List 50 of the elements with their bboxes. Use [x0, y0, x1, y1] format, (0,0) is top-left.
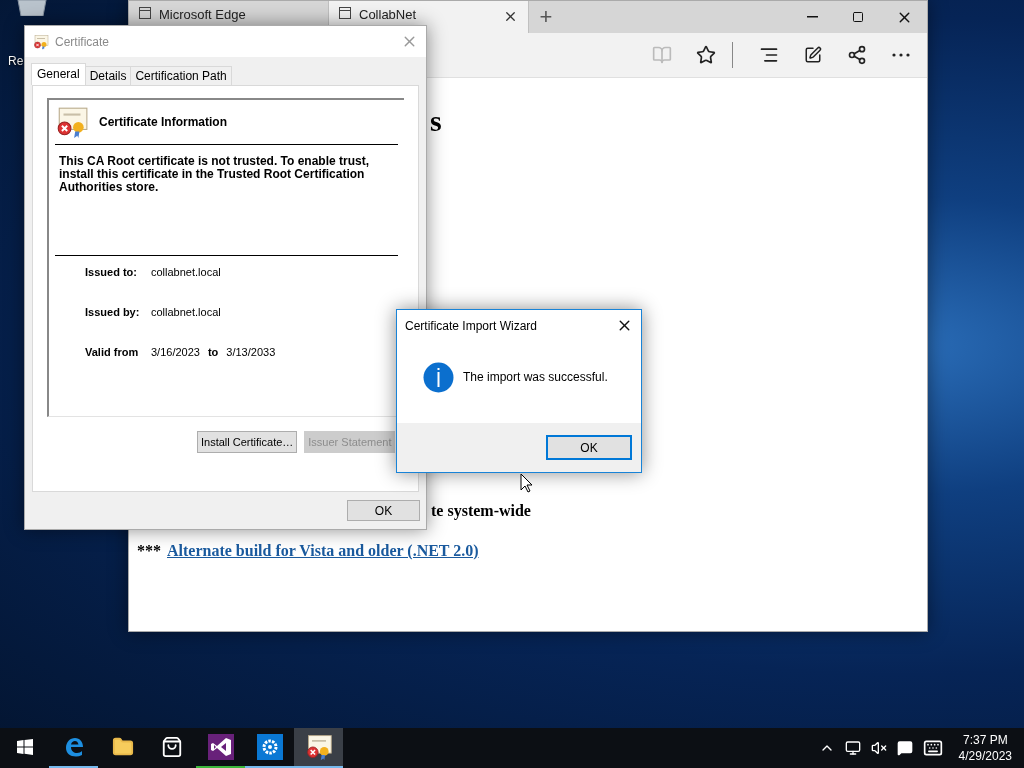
info-title: Certificate Information	[99, 115, 227, 129]
certificate-icon	[55, 105, 89, 139]
tab-title: CollabNet	[359, 7, 418, 22]
ok-button[interactable]: OK	[546, 435, 632, 460]
page-heading: s	[430, 106, 442, 136]
star-icon	[696, 45, 716, 65]
folder-icon	[111, 736, 134, 758]
field-value: 3/13/2033	[226, 346, 276, 358]
success-message: The import was successful.	[463, 370, 608, 384]
windows-logo-icon	[16, 739, 33, 755]
field-value: collabnet.local	[151, 266, 221, 278]
taskbar-app[interactable]	[294, 728, 343, 768]
tab-title: Microsoft Edge	[159, 7, 247, 22]
new-tab-button[interactable]: +	[529, 1, 563, 33]
field-label: Valid from	[85, 346, 140, 358]
page-icon	[339, 7, 351, 19]
settings-icon	[256, 734, 283, 760]
dialog-button[interactable]: Install Certificate…	[197, 431, 298, 453]
more-icon	[892, 53, 910, 57]
download-link[interactable]: Alternate build for Vista and older (.NET 2.0)	[167, 542, 479, 560]
field-label: Issued by:	[85, 306, 141, 318]
clock-date[interactable]: 4/29/2023	[958, 748, 1012, 764]
field-label: Issued to:	[85, 266, 138, 278]
dialog-tab[interactable]: General	[31, 63, 86, 85]
page-text: te system-wide	[431, 502, 531, 520]
field-value: collabnet.local	[151, 306, 221, 318]
dialog-tab[interactable]: Certification Path	[130, 66, 232, 85]
trust-message: This CA Root certificate is not trusted. To enable trust, install this certificate in the Trusted Root Certification Authorities store.	[59, 155, 371, 196]
clock-time[interactable]: 7:37 PM	[962, 732, 1008, 748]
pen-icon	[804, 46, 822, 64]
studio-logo-icon	[207, 734, 234, 760]
ok-button[interactable]: OK	[347, 500, 420, 521]
bullet-marks: ***	[137, 542, 161, 560]
minimize-icon	[806, 16, 818, 18]
window-title: Certificate	[55, 34, 111, 49]
share-icon	[847, 45, 867, 65]
bin-icon[interactable]	[14, 0, 50, 16]
field-value: 3/16/2023	[151, 346, 200, 358]
page-icon	[139, 7, 151, 19]
certificate-icon	[33, 33, 49, 50]
field-label: to	[207, 346, 219, 358]
info-icon	[423, 361, 454, 393]
maximize-icon	[852, 11, 864, 23]
lines-icon	[759, 45, 779, 65]
close-icon[interactable]	[503, 9, 518, 24]
certificate-icon	[304, 733, 333, 761]
window-title: Certificate Import Wizard	[405, 318, 539, 333]
book-icon	[652, 45, 672, 65]
shopping-bag-icon	[160, 736, 183, 758]
desktop-icon-label[interactable]: Re	[8, 54, 24, 68]
